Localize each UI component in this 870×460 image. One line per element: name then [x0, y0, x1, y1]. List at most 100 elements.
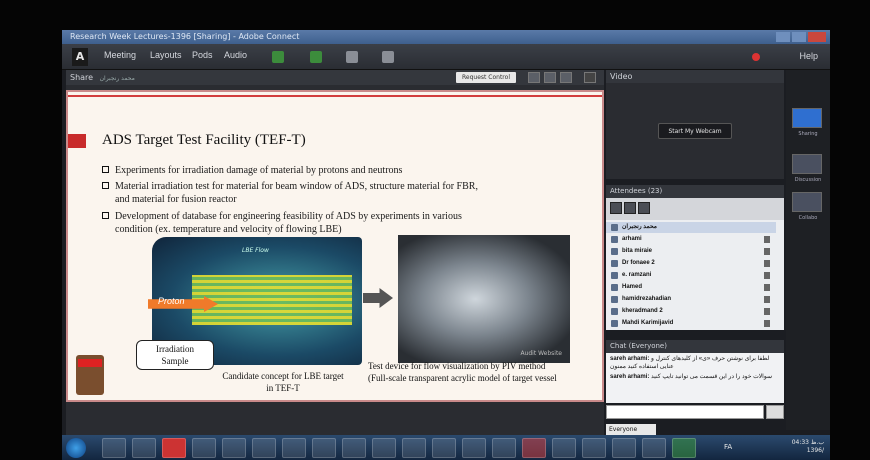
attendees-list: محمد رنجبران arhami bita miraie Dr fonae…: [606, 220, 784, 330]
user-icon: [611, 236, 618, 243]
chrome-icon[interactable]: [522, 438, 546, 458]
minimize-button[interactable]: [776, 32, 790, 42]
microphone-icon: [764, 296, 770, 303]
taskbar-app-icon[interactable]: [192, 438, 216, 458]
attendee-row[interactable]: hamidrezahadian: [606, 294, 776, 305]
layout-sharing-thumb[interactable]: [792, 108, 822, 128]
maximize-button[interactable]: [792, 32, 806, 42]
video-pod-title: Video: [610, 72, 633, 81]
microphone-icon: [764, 248, 770, 255]
window-title: Research Week Lectures-1396 [Sharing] - …: [70, 32, 300, 41]
user-icon: [611, 260, 618, 267]
menu-layouts[interactable]: Layouts: [150, 50, 182, 60]
taskbar-app-icon[interactable]: [642, 438, 666, 458]
menu-meeting[interactable]: Meeting: [104, 50, 136, 60]
attendee-row[interactable]: Hamed: [606, 282, 776, 293]
video-pod-body: Start My Webcam: [606, 83, 784, 179]
taskbar-app-icon[interactable]: [552, 438, 576, 458]
chat-input[interactable]: [606, 405, 764, 419]
share-pod-header: Share محمد رنجبران Request Control: [66, 70, 604, 85]
attendee-row[interactable]: bita miraie: [606, 246, 776, 257]
excel-icon[interactable]: [672, 438, 696, 458]
layout-collaboration-label: Collabo: [798, 215, 818, 221]
taskbar-app-icon[interactable]: [612, 438, 636, 458]
microphone-icon: [764, 236, 770, 243]
request-control-button[interactable]: Request Control: [456, 72, 516, 83]
sort-icon[interactable]: [638, 202, 650, 214]
close-button[interactable]: [808, 32, 826, 42]
screen: Research Week Lectures-1396 [Sharing] - …: [62, 30, 830, 460]
speaker-icon[interactable]: [272, 51, 284, 63]
attendee-count: (23): [647, 187, 663, 195]
slide-title-marker: [68, 134, 86, 148]
chat-message: sareh arhami: سوالات خود را در این قسمت …: [610, 374, 772, 380]
attendee-row[interactable]: Dr fonaee 2: [606, 258, 776, 269]
menu-audio[interactable]: Audio: [224, 50, 247, 60]
taskbar-app-icon[interactable]: [372, 438, 396, 458]
webcam-icon[interactable]: [346, 51, 358, 63]
attendee-row[interactable]: arhami: [606, 234, 776, 245]
taskbar-app-icon[interactable]: [282, 438, 306, 458]
robot-mascot-icon: [76, 355, 104, 395]
start-webcam-button[interactable]: Start My Webcam: [658, 123, 732, 139]
chat-scope: (Everyone): [628, 342, 667, 350]
taskbar-app-icon[interactable]: [582, 438, 606, 458]
user-icon: [611, 320, 618, 327]
presentation-slide: ADS Target Test Facility (TEF-T) Experim…: [66, 90, 604, 402]
microphone-icon: [764, 308, 770, 315]
grid-view-icon[interactable]: [624, 202, 636, 214]
bullet-box-icon: [102, 166, 109, 173]
chat-messages: sareh arhami: لطفا برای نوشتن حرف «ی» از…: [606, 353, 784, 403]
raise-hand-icon[interactable]: [382, 51, 394, 63]
taskbar-app-icon[interactable]: [462, 438, 486, 458]
pod-options-icon[interactable]: [584, 72, 596, 83]
layout-collaboration-thumb[interactable]: [792, 192, 822, 212]
microphone-icon: [764, 320, 770, 327]
taskbar-app-icon[interactable]: [132, 438, 156, 458]
right-arrow-icon: [363, 288, 393, 308]
share-pod-title: Share: [70, 73, 94, 82]
menu-pods[interactable]: Pods: [192, 50, 213, 60]
proton-label: Proton: [158, 296, 185, 306]
user-icon: [611, 308, 618, 315]
slide-bullet: Material irradiation test for material f…: [102, 180, 478, 206]
user-icon: [611, 272, 618, 279]
layout-sharing-label: Sharing: [798, 131, 818, 137]
target-core: [192, 275, 352, 325]
taskbar-app-icon[interactable]: [312, 438, 336, 458]
opera-icon[interactable]: [162, 438, 186, 458]
layout-discussion-thumb[interactable]: [792, 154, 822, 174]
attendee-row[interactable]: e. ramzani: [606, 270, 776, 281]
view-mode-icon[interactable]: [528, 72, 540, 83]
caption-right: Test device for flow visualization by PI…: [368, 361, 557, 383]
taskbar-app-icon[interactable]: [252, 438, 276, 458]
user-icon: [611, 296, 618, 303]
list-view-icon[interactable]: [610, 202, 622, 214]
attendees-toolbar: [606, 198, 784, 220]
taskbar-app-icon[interactable]: [102, 438, 126, 458]
layout-discussion-label: Discussion: [794, 177, 822, 183]
microphone-icon[interactable]: [310, 51, 322, 63]
attendee-row[interactable]: kheradmand 2: [606, 306, 776, 317]
taskbar-app-icon[interactable]: [222, 438, 246, 458]
microphone-icon: [764, 260, 770, 267]
system-clock[interactable]: 04:33 ب.ظ 1396/: [792, 439, 824, 455]
input-language-indicator[interactable]: FA: [724, 443, 732, 451]
microphone-icon: [764, 284, 770, 291]
fit-width-icon[interactable]: [544, 72, 556, 83]
taskbar-app-icon[interactable]: [492, 438, 516, 458]
help-menu[interactable]: Help: [799, 51, 818, 61]
attendees-pod-title: Attendees: [610, 187, 646, 195]
bullet-box-icon: [102, 182, 109, 189]
send-message-icon[interactable]: [766, 405, 784, 419]
fullscreen-icon[interactable]: [560, 72, 572, 83]
taskbar-app-icon[interactable]: [432, 438, 456, 458]
taskbar-app-icon[interactable]: [402, 438, 426, 458]
attendee-host-row[interactable]: محمد رنجبران: [606, 222, 776, 233]
start-button-icon[interactable]: [66, 438, 86, 458]
microphone-icon: [764, 272, 770, 279]
taskbar-app-icon[interactable]: [342, 438, 366, 458]
attendee-row[interactable]: Mahdi Karimijavid: [606, 318, 776, 329]
user-icon: [611, 248, 618, 255]
irradiation-sample-callout: Irradiation Sample: [136, 340, 214, 370]
